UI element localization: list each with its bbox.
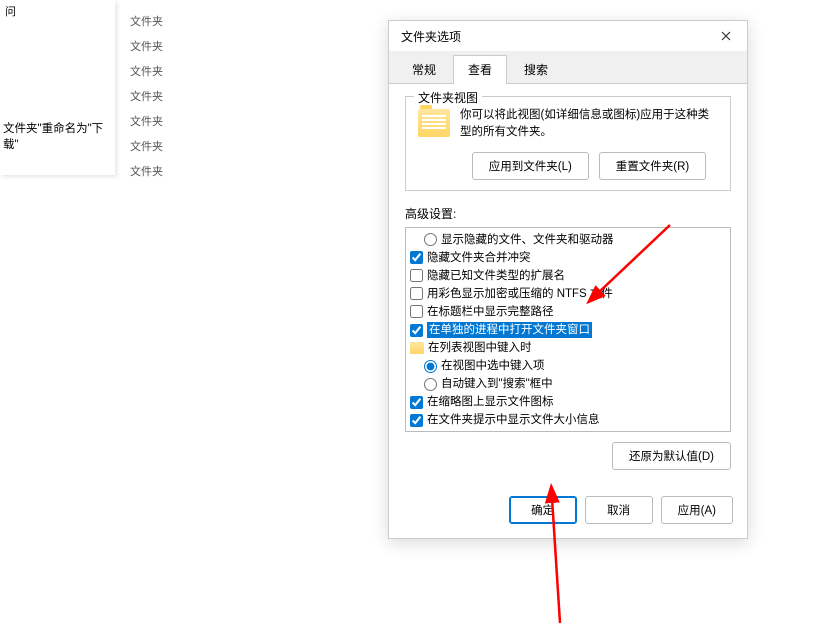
checkbox-input[interactable] [410,414,423,427]
tree-item-label: 自动键入到"搜索"框中 [441,376,553,392]
advanced-settings-tree[interactable]: 显示隐藏的文件、文件夹和驱动器隐藏文件夹合并冲突隐藏已知文件类型的扩展名用彩色显… [405,227,731,432]
apply-to-folders-button[interactable]: 应用到文件夹(L) [472,152,589,180]
checkbox-input[interactable] [410,287,423,300]
title-bar: 文件夹选项 [389,21,747,51]
bg-type-cell: 文件夹 [130,135,180,160]
tree-item-label: 在预览窗格中显示预览控件 [427,431,565,432]
tree-item-label: 在列表视图中键入时 [428,340,532,356]
tree-item-label: 显示隐藏的文件、文件夹和驱动器 [441,232,614,248]
tab-1[interactable]: 查看 [453,55,507,84]
ok-button[interactable]: 确定 [509,496,577,524]
folder-view-label: 文件夹视图 [414,89,482,106]
tab-2[interactable]: 搜索 [509,55,563,83]
close-button[interactable] [713,23,739,49]
checkbox-input[interactable] [410,251,423,264]
tree-item-label: 在单独的进程中打开文件夹窗口 [427,322,592,338]
advanced-settings-label: 高级设置: [405,205,731,222]
radio-input[interactable] [424,360,437,373]
checkbox-input[interactable] [410,396,423,409]
bg-type-cell: 文件夹 [130,110,180,135]
tree-item[interactable]: 用彩色显示加密或压缩的 NTFS 文件 [410,285,726,303]
folder-icon [410,342,424,354]
dialog-title: 文件夹选项 [401,28,713,45]
tree-item[interactable]: 隐藏已知文件类型的扩展名 [410,267,726,285]
tree-item-label: 在缩略图上显示文件图标 [427,394,554,410]
tree-item[interactable]: 在预览窗格中显示预览控件 [410,430,726,432]
bg-rename-hint: 文件夹"重命名为"下载" [3,120,115,152]
radio-input[interactable] [424,378,437,391]
bg-header-text: 问 [0,0,115,22]
folder-options-dialog: 文件夹选项 常规查看搜索 文件夹视图 你可以将此视图(如详细信息或图标)应用于这… [388,20,748,539]
checkbox-input[interactable] [410,324,423,337]
tree-item-label: 在文件夹提示中显示文件大小信息 [427,412,600,428]
tree-item[interactable]: 在标题栏中显示完整路径 [410,303,726,321]
tree-item-label: 隐藏已知文件类型的扩展名 [427,268,565,284]
tab-bar: 常规查看搜索 [389,51,747,84]
bg-type-cell: 文件夹 [130,160,180,185]
folder-icon [418,109,450,137]
bg-type-cell: 文件夹 [130,10,180,35]
bg-type-cell: 文件夹 [130,85,180,110]
bg-type-cell: 文件夹 [130,35,180,60]
reset-folders-button[interactable]: 重置文件夹(R) [599,152,706,180]
tree-item-label: 用彩色显示加密或压缩的 NTFS 文件 [427,286,613,302]
tree-item[interactable]: 显示隐藏的文件、文件夹和驱动器 [410,231,726,249]
tree-item[interactable]: 在文件夹提示中显示文件大小信息 [410,411,726,429]
background-explorer: 问 文件夹"重命名为"下载" 文件夹文件夹文件夹文件夹文件夹文件夹文件夹 [0,0,180,180]
tree-item-label: 隐藏文件夹合并冲突 [427,250,531,266]
dialog-footer: 确定 取消 应用(A) [389,486,747,538]
close-icon [721,31,731,41]
tab-0[interactable]: 常规 [397,55,451,83]
folder-view-desc: 你可以将此视图(如详细信息或图标)应用于这种类型的所有文件夹。 [460,107,718,142]
tree-item[interactable]: 隐藏文件夹合并冲突 [410,249,726,267]
tree-item-label: 在标题栏中显示完整路径 [427,304,554,320]
bg-left-pane: 问 文件夹"重命名为"下载" [0,0,115,175]
tree-item[interactable]: 在列表视图中键入时 [410,339,726,357]
tree-item[interactable]: 自动键入到"搜索"框中 [410,375,726,393]
tree-item[interactable]: 在缩略图上显示文件图标 [410,393,726,411]
bg-type-cell: 文件夹 [130,60,180,85]
tree-item-label: 在视图中选中键入项 [441,358,545,374]
checkbox-input[interactable] [410,305,423,318]
radio-input[interactable] [424,233,437,246]
tree-item[interactable]: 在单独的进程中打开文件夹窗口 [410,321,726,339]
bg-type-column: 文件夹文件夹文件夹文件夹文件夹文件夹文件夹 [130,10,180,185]
restore-defaults-button[interactable]: 还原为默认值(D) [612,442,731,470]
tree-item[interactable]: 在视图中选中键入项 [410,357,726,375]
apply-button[interactable]: 应用(A) [661,496,733,524]
folder-view-group: 文件夹视图 你可以将此视图(如详细信息或图标)应用于这种类型的所有文件夹。 应用… [405,96,731,191]
cancel-button[interactable]: 取消 [585,496,653,524]
checkbox-input[interactable] [410,269,423,282]
dialog-body: 文件夹视图 你可以将此视图(如详细信息或图标)应用于这种类型的所有文件夹。 应用… [389,84,747,486]
